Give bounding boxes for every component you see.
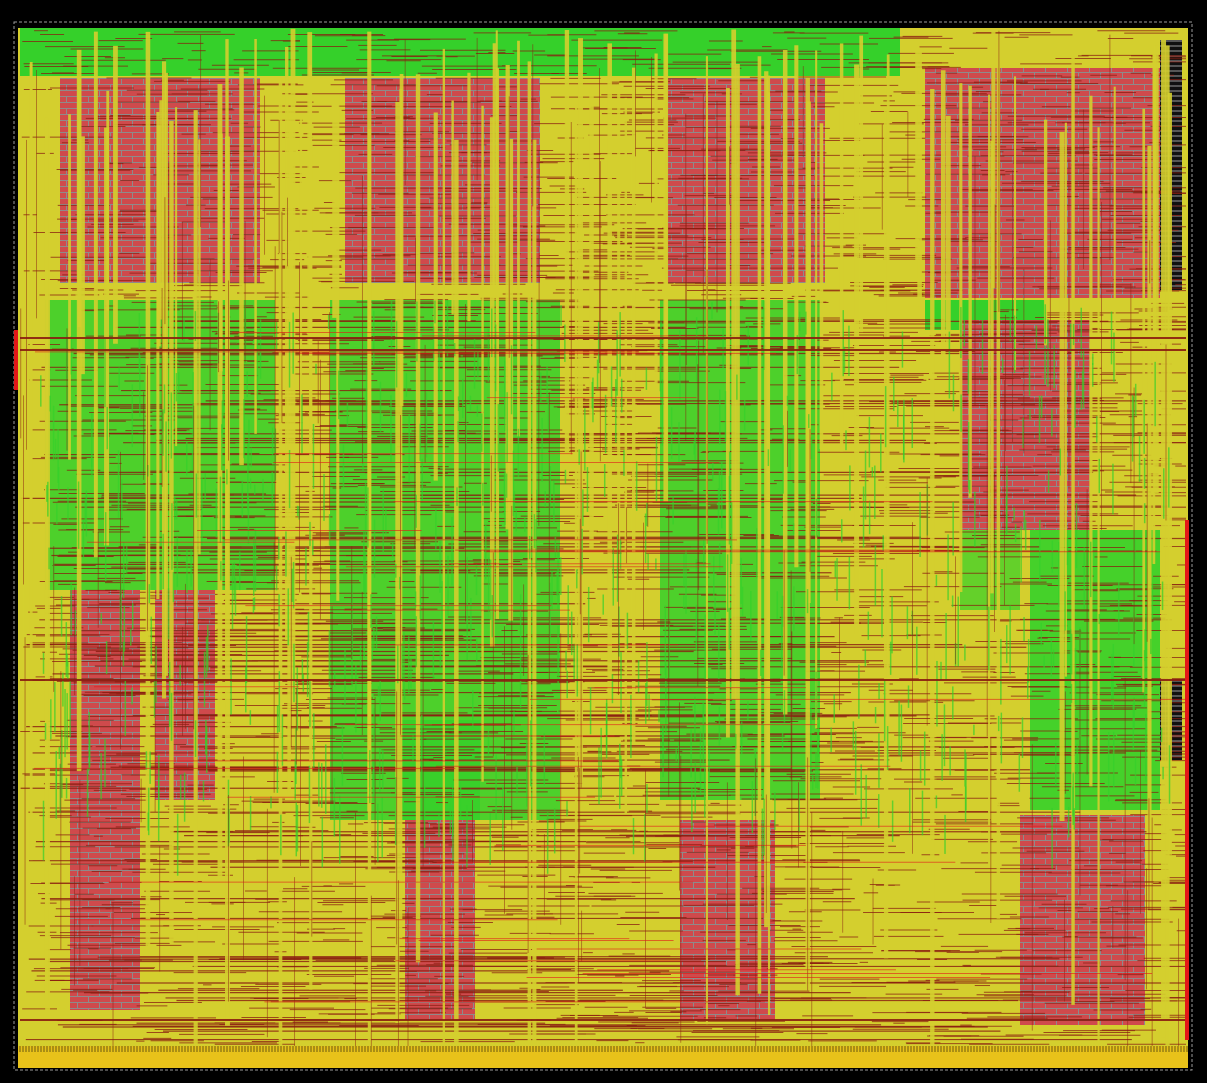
edge-marker-left [14, 330, 18, 390]
macro-block-3[interactable] [665, 78, 825, 283]
edge-marker-right [1185, 520, 1189, 1040]
chip-layout-view[interactable] [0, 0, 1207, 1083]
congestion-region-top [20, 28, 900, 76]
macro-block-10[interactable] [1020, 815, 1145, 1025]
